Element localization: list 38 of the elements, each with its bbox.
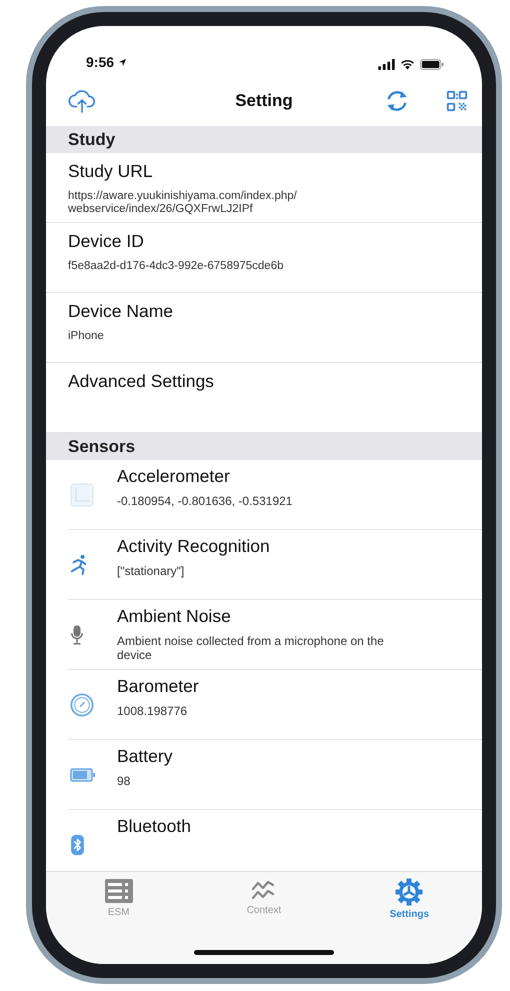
sensor-title[interactable]: Activity Recognition xyxy=(117,536,270,557)
setting-value: iPhone xyxy=(68,330,104,343)
section-header: Sensors xyxy=(46,433,482,460)
wave-lines-icon xyxy=(250,878,277,902)
wifi-icon xyxy=(400,59,415,70)
setting-title[interactable]: Study URL xyxy=(68,161,153,182)
sensor-title[interactable]: Accelerometer xyxy=(117,466,230,487)
sensor-title[interactable]: Bluetooth xyxy=(117,816,191,837)
cloud-upload-icon[interactable] xyxy=(68,89,96,113)
battery-icon xyxy=(70,768,96,782)
qr-code-icon[interactable] xyxy=(446,90,468,112)
sensor-value: 1008.198776 xyxy=(117,705,188,719)
setting-value: f5e8aa2d-d176-4dc3-992e-6758975cde6b xyxy=(68,260,284,273)
status-time: 9:56 xyxy=(86,54,114,70)
sensor-value: Ambient noise collected from a microphone on the device xyxy=(117,635,385,663)
setting-title[interactable]: Device Name xyxy=(68,301,174,322)
sensor-title[interactable]: Battery xyxy=(117,746,172,767)
setting-title[interactable]: Advanced Settings xyxy=(68,371,214,392)
signal-icon xyxy=(378,59,395,70)
sensor-title[interactable]: Barometer xyxy=(117,676,199,697)
gear-icon xyxy=(395,878,424,906)
bluetooth-icon xyxy=(70,834,85,856)
gauge-icon xyxy=(70,692,94,716)
setting-value: https://aware.yuukinishiyama.com/index.php/ webservice/index/26/GQXFrwLJ2IPf xyxy=(68,190,297,216)
setting-title[interactable]: Device ID xyxy=(68,231,144,252)
sensor-value: 98 xyxy=(117,775,132,789)
running-person-icon xyxy=(70,554,88,576)
section-header: Study xyxy=(46,126,482,153)
battery-icon xyxy=(420,59,444,70)
location-arrow-icon xyxy=(118,58,128,66)
microphone-icon xyxy=(70,624,84,646)
sensor-value: -0.180954, -0.801636, -0.531921 xyxy=(117,495,294,509)
sensor-title[interactable]: Ambient Noise xyxy=(117,606,231,627)
tab-item[interactable]: Settings xyxy=(354,872,464,930)
nav-title: Setting xyxy=(235,91,293,111)
sensor-value: ["stationary"] xyxy=(117,565,186,579)
list-icon xyxy=(104,878,134,904)
tablet-icon xyxy=(70,482,94,506)
